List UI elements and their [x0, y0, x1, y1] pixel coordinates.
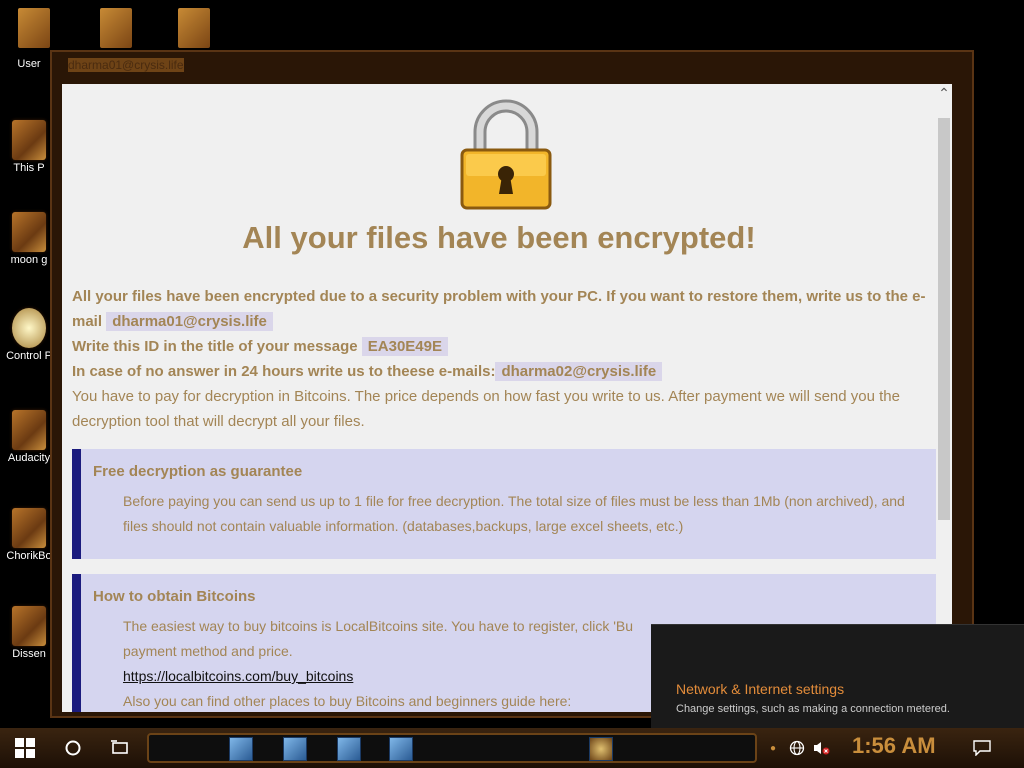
action-center-icon[interactable]	[970, 728, 994, 768]
scroll-thumb[interactable]	[938, 118, 950, 520]
free-decryption-title: Free decryption as guarantee	[93, 463, 303, 480]
free-decryption-box: Free decryption as guarantee Before payi…	[72, 449, 938, 559]
contact-email-1: dharma01@crysis.life	[106, 312, 273, 331]
taskbar-app-icon[interactable]	[229, 737, 253, 761]
bitcoin-text-line: payment method and price.	[123, 643, 293, 659]
volume-muted-icon[interactable]	[812, 728, 830, 768]
network-settings-description: Change settings, such as making a connec…	[676, 703, 950, 715]
taskbar-app-icon[interactable]	[337, 737, 361, 761]
ransom-heading: All your files have been encrypted!	[242, 220, 756, 255]
payment-paragraph: You have to pay for decryption in Bitcoi…	[72, 388, 900, 430]
search-button[interactable]	[58, 728, 88, 768]
folder-icon	[12, 410, 46, 450]
taskbar-apps	[147, 733, 757, 763]
window-content: All your files have been encrypted! All …	[62, 84, 952, 712]
task-view-icon	[111, 740, 128, 754]
victim-id: EA30E49E	[361, 337, 448, 356]
instruction-paragraph: All your files have been encrypted due t…	[72, 284, 932, 384]
id-instruction-text: Write this ID in the title of your messa…	[72, 338, 358, 355]
bitcoin-title: How to obtain Bitcoins	[93, 588, 256, 605]
ransom-window[interactable]: dharma01@crysis.life All your files have…	[50, 50, 974, 718]
backup-contact-text: In case of no answer in 24 hours write u…	[72, 363, 496, 380]
bitcoin-text-line: The easiest way to buy bitcoins is Local…	[123, 618, 634, 634]
gear-icon	[12, 606, 46, 646]
taskbar-app-icon[interactable]	[389, 737, 413, 761]
bitcoin-text-line: Also you can find other places to buy Bi…	[123, 693, 572, 709]
desktop-file-icon[interactable]	[178, 8, 210, 48]
taskbar-clock[interactable]: 1:56 AM	[852, 733, 936, 759]
task-view-button[interactable]	[105, 728, 135, 768]
search-circle-icon	[65, 740, 81, 756]
network-flyout: Network & Internet settings Change setti…	[651, 624, 1024, 729]
window-title: dharma01@crysis.life	[68, 58, 184, 72]
network-settings-link[interactable]: Network & Internet settings	[676, 681, 844, 697]
free-decryption-text: Before paying you can send us up to 1 fi…	[123, 493, 905, 534]
folder-icon	[12, 508, 46, 548]
computer-icon	[12, 120, 46, 160]
folder-icon	[12, 212, 46, 252]
taskbar-app-icon[interactable]	[283, 737, 307, 761]
network-globe-icon[interactable]	[788, 728, 806, 768]
start-button[interactable]	[10, 728, 40, 768]
windows-logo-icon	[15, 738, 35, 758]
scroll-up-icon[interactable]: ⌃	[936, 84, 952, 102]
padlock-icon	[460, 99, 552, 210]
lightbulb-icon	[12, 308, 46, 348]
desktop-file-icon[interactable]	[100, 8, 132, 48]
contact-email-2: dharma02@crysis.life	[495, 362, 663, 381]
taskbar: ● 1:56 AM	[0, 728, 1024, 768]
tray-overflow-icon[interactable]: ●	[766, 728, 780, 768]
vertical-scrollbar[interactable]: ⌃	[936, 84, 952, 712]
localbitcoins-link[interactable]: https://localbitcoins.com/buy_bitcoins	[123, 668, 353, 684]
steampunk-gadget-icon[interactable]	[589, 737, 613, 761]
